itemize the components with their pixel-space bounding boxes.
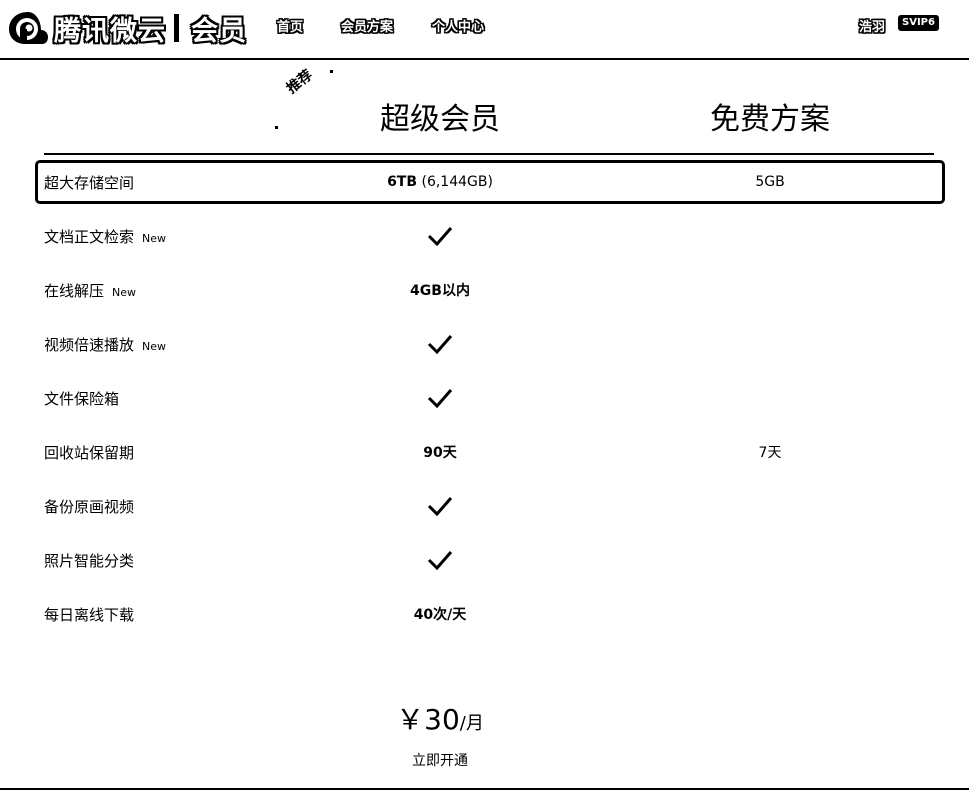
free-plan-value: 5GB [755, 174, 785, 190]
header-divider [44, 153, 934, 155]
user-name[interactable]: 浩羽 [859, 16, 885, 35]
checkmark-icon [427, 227, 453, 247]
super-plan-value [340, 388, 540, 409]
feature-name-text: 文件保险箱 [44, 389, 120, 408]
price-unit: /月 [459, 713, 484, 734]
feature-name: 每日离线下载 [44, 604, 134, 625]
feature-row: 照片智能分类 [35, 539, 945, 581]
brand-name: 腾讯微云 [54, 15, 166, 47]
feature-name-text: 在线解压 [44, 281, 105, 300]
subscribe-button[interactable]: 立即开通 [340, 750, 540, 770]
nav-member-plans[interactable]: 会员方案 [341, 16, 393, 35]
feature-name-text: 每日离线下载 [44, 605, 135, 624]
feature-name-text: 文档正文检索 [44, 227, 135, 246]
feature-name-text: 视频倍速播放 [44, 335, 135, 354]
super-plan-value-detail: (6,144GB) [417, 174, 493, 190]
feature-row: 备份原画视频 [35, 485, 945, 527]
checkmark-icon [427, 497, 453, 517]
brand-divider [174, 14, 179, 42]
super-plan-value-text: 6TB [387, 174, 418, 190]
feature-row: 文件保险箱 [35, 377, 945, 419]
super-plan-value: 40次/天 [340, 604, 540, 624]
nav-personal-center[interactable]: 个人中心 [432, 16, 484, 35]
feature-row: 文档正文检索 New [35, 215, 945, 257]
decor-dot [330, 70, 333, 73]
feature-name: 文件保险箱 [44, 388, 119, 409]
plan-title-super: 超级会员 [380, 102, 500, 137]
logo[interactable]: 腾讯微云 会员 [6, 8, 247, 48]
feature-row-highlighted: 超大存储空间 6TB (6,144GB) 5GB [35, 160, 945, 204]
vip-badge: SVIP6 [898, 15, 939, 31]
feature-name: 备份原画视频 [44, 496, 134, 517]
super-plan-value [340, 496, 540, 517]
recommend-tag: 推荐 [283, 67, 316, 97]
feature-name-text: 照片智能分类 [44, 551, 135, 570]
plan-title-free: 免费方案 [710, 102, 830, 137]
feature-name-text: 回收站保留期 [44, 443, 135, 462]
feature-row: 视频倍速播放 New [35, 323, 945, 365]
feature-name-text: 超大存储空间 [44, 173, 135, 192]
price-amount: ￥30 [396, 703, 460, 736]
feature-name: 在线解压 New [44, 280, 136, 301]
decor-dot [275, 126, 278, 129]
super-plan-value-text: 40次/天 [413, 607, 467, 623]
feature-name-text: 备份原画视频 [44, 497, 135, 516]
brand-section: 会员 [191, 15, 247, 47]
feature-name: 视频倍速播放 New [44, 334, 166, 355]
footer-divider [0, 788, 969, 790]
super-plan-value: 4GB以内 [340, 280, 540, 300]
checkmark-icon [427, 335, 453, 355]
new-badge: New [142, 339, 167, 353]
new-badge: New [142, 231, 167, 245]
feature-name: 回收站保留期 [44, 442, 134, 463]
checkmark-icon [427, 389, 453, 409]
nav-home[interactable]: 首页 [277, 16, 303, 35]
super-plan-value: 90天 [340, 442, 540, 462]
price: ￥30/月 [340, 698, 540, 738]
super-plan-value-text: 4GB以内 [410, 283, 470, 299]
top-header: 腾讯微云 会员 首页 会员方案 个人中心 浩羽 SVIP6 [0, 0, 969, 60]
super-plan-value: 6TB (6,144GB) [340, 174, 540, 190]
feature-row: 回收站保留期 90天 7天 [35, 431, 945, 473]
feature-row: 在线解压 New 4GB以内 [35, 269, 945, 311]
super-plan-value [340, 550, 540, 571]
feature-name: 文档正文检索 New [44, 226, 166, 247]
super-plan-value-text: 90天 [423, 445, 457, 461]
feature-name: 超大存储空间 [44, 172, 134, 193]
new-badge: New [112, 285, 137, 299]
feature-name: 照片智能分类 [44, 550, 134, 571]
free-plan-value: 7天 [758, 445, 782, 461]
weiyun-cloud-icon [9, 12, 48, 44]
feature-row: 每日离线下载 40次/天 [35, 593, 945, 635]
checkmark-icon [427, 551, 453, 571]
super-plan-value [340, 226, 540, 247]
super-plan-value [340, 334, 540, 355]
